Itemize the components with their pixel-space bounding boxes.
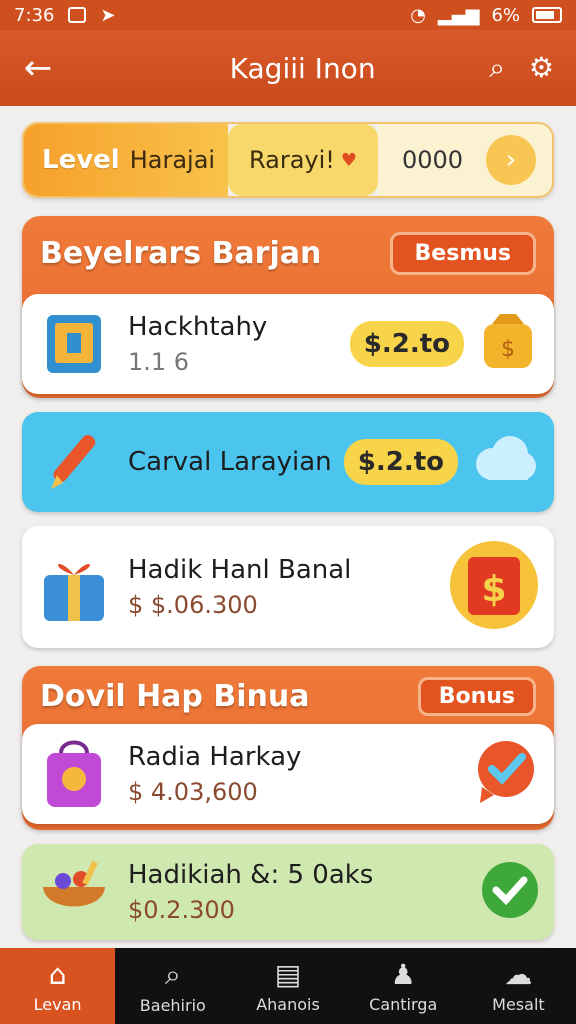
list-item[interactable]: Radia Harkay $ 4.03,600 — [22, 724, 554, 824]
level-middle-chip[interactable]: Rarayi! ♥ — [228, 124, 378, 196]
nav-item-list[interactable]: ▤ Ahanois — [230, 948, 345, 1024]
location-icon: ➤ — [100, 4, 116, 26]
bowl-icon — [36, 854, 112, 930]
item-name: Hadikiah &: 5 0aks — [128, 860, 374, 890]
item-sub: $ $.06.300 — [128, 591, 258, 619]
list-item[interactable]: Carval Larayian $.2.to — [22, 412, 554, 512]
search-icon: ⌕ — [164, 957, 181, 991]
item-sub: $ 4.03,600 — [128, 778, 258, 806]
battery-percent: 6% — [491, 4, 520, 26]
level-bar[interactable]: Level Harajai Rarayi! ♥ 0000 › — [22, 122, 554, 198]
level-middle-label: Rarayi! — [248, 146, 335, 174]
section-bonus-button[interactable]: Bonus — [417, 676, 536, 716]
level-count: 0000 — [402, 146, 464, 174]
page-title: Kagiii Inon — [229, 51, 376, 85]
heart-icon: ♥ — [340, 149, 358, 171]
svg-text:$: $ — [501, 337, 515, 362]
screenshot-icon — [68, 7, 87, 23]
nav-item-search[interactable]: ⌕ Baehirio — [115, 948, 230, 1024]
section-title: Dovil Hap Binua — [40, 678, 310, 714]
check-bubble-icon — [470, 737, 540, 811]
section-bonus-button[interactable]: Besmus — [389, 231, 536, 275]
dollar-book-icon: $ — [448, 539, 540, 635]
item-name: Hadik Hanl Banal — [128, 555, 352, 585]
price-badge: $.2.to — [349, 321, 464, 367]
money-bag-icon: $ — [476, 310, 540, 378]
list-item[interactable]: Hadik Hanl Banal $ $.06.300 $ — [22, 526, 554, 648]
wifi-icon: ◔ — [410, 4, 426, 26]
chevron-right-icon[interactable]: › — [486, 135, 536, 185]
status-bar: 7:36 ➤ ◔ ▂▄▆ 6% — [0, 0, 576, 30]
list-item[interactable]: Hackhtahy 1.1 6 $.2.to $ — [22, 294, 554, 394]
battery-icon — [532, 7, 562, 23]
status-time: 7:36 — [14, 4, 55, 26]
svg-text:$: $ — [481, 569, 506, 610]
pencil-icon — [36, 424, 112, 500]
nav-item-profile[interactable]: ♟ Cantirga — [346, 948, 461, 1024]
level-value: Harajai — [129, 146, 216, 174]
gear-icon[interactable]: ⚙ — [529, 51, 554, 85]
list-item[interactable]: Hadikiah &: 5 0aks $0.2.300 — [22, 844, 554, 940]
tablet-icon — [36, 306, 112, 382]
nav-item-home[interactable]: ⌂ Levan — [0, 948, 116, 1024]
item-name: Hackhtahy — [128, 312, 268, 342]
nav-item-messages[interactable]: ☁ Mesalt — [461, 948, 576, 1024]
nav-label: Ahanois — [256, 995, 320, 1014]
home-icon: ⌂ — [48, 958, 67, 991]
check-circle-icon[interactable] — [480, 860, 540, 924]
person-icon: ♟ — [390, 958, 416, 991]
list-icon: ▤ — [274, 958, 302, 991]
app-bar: ← Kagiii Inon ⌕ ⚙ — [0, 30, 576, 106]
item-sub: $0.2.300 — [128, 896, 235, 924]
section-title: Beyelrars Barjan — [40, 235, 322, 271]
item-sub: 1.1 6 — [128, 348, 190, 376]
price-badge: $.2.to — [343, 439, 458, 485]
nav-label: Cantirga — [369, 995, 438, 1014]
nav-label: Mesalt — [492, 995, 545, 1014]
item-name: Carval Larayian — [128, 447, 332, 477]
signal-icon: ▂▄▆ — [437, 4, 480, 26]
search-icon[interactable]: ⌕ — [489, 51, 505, 85]
shopping-bag-icon — [36, 736, 112, 812]
item-name: Radia Harkay — [128, 742, 302, 772]
nav-label: Levan — [33, 995, 82, 1014]
cloud-icon — [470, 432, 540, 492]
level-label: Level — [42, 145, 120, 175]
nav-label: Baehirio — [139, 995, 206, 1015]
gift-box-icon — [36, 549, 112, 625]
chat-icon: ☁ — [504, 958, 533, 991]
bottom-nav: ⌂ Levan ⌕ Baehirio ▤ Ahanois ♟ Cantirga … — [0, 948, 576, 1024]
back-arrow-icon[interactable]: ← — [0, 51, 76, 85]
